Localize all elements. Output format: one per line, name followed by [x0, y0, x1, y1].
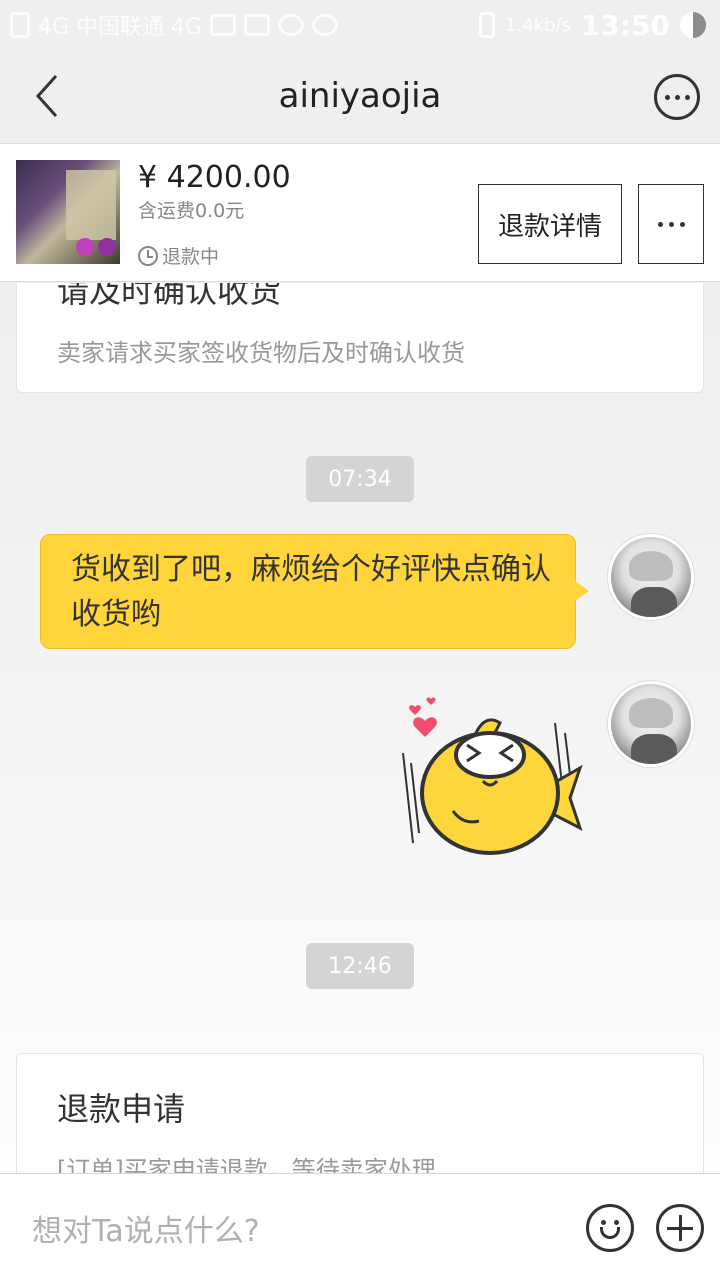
status-bar: 4G 中国联通 4G 1.4kb/s 13:50 — [0, 0, 720, 50]
avatar[interactable] — [608, 534, 694, 620]
confirm-receipt-card[interactable]: 请及时确认收货 卖家请求买家签收货物后及时确认收货 — [16, 283, 704, 393]
status-right: 1.4kb/s 13:50 — [478, 0, 706, 50]
card-description: [订单]买家申请退款，等待卖家处理 — [57, 1156, 436, 1173]
avatar-body — [631, 587, 677, 617]
network-speed: 1.4kb/s — [504, 14, 571, 36]
thumb-orb — [76, 238, 94, 256]
chat-area[interactable]: 请及时确认收货 卖家请求买家签收货物后及时确认收货 07:34 货收到了吧，麻烦… — [0, 283, 720, 1173]
refund-details-button[interactable]: 退款详情 — [478, 184, 622, 264]
product-more-button[interactable] — [638, 184, 704, 264]
refund-request-card[interactable]: 退款申请 [订单]买家申请退款，等待卖家处理 — [16, 1053, 704, 1173]
input-bar: 想对Ta说点什么? — [0, 1173, 720, 1280]
carrier-text: 4G 中国联通 4G — [38, 15, 203, 40]
message-bubble[interactable]: 货收到了吧，麻烦给个好评快点确认收货哟 — [40, 534, 576, 649]
dot — [668, 221, 674, 227]
avatar-hair — [629, 698, 673, 728]
fish-face — [454, 731, 526, 779]
order-status-text: 退款中 — [162, 246, 220, 268]
nav-bar: ainiyaojia — [0, 50, 720, 144]
battery-icon — [680, 12, 706, 38]
app-icon — [312, 14, 339, 36]
dot — [674, 94, 680, 100]
timestamp: 12:46 — [306, 943, 414, 989]
clock-icon — [138, 245, 158, 266]
product-price: ¥ 4200.00 — [138, 160, 291, 195]
product-thumbnail[interactable] — [16, 160, 120, 264]
page-title: ainiyaojia — [278, 76, 442, 116]
emoji-eye — [601, 1220, 606, 1225]
image-icon — [210, 14, 237, 36]
heart-icon — [426, 697, 436, 705]
copy-icon — [244, 14, 271, 36]
status-left: 4G 中国联通 4G — [0, 9, 339, 41]
shipping-fee: 含运费0.0元 — [138, 200, 245, 222]
dot — [679, 221, 685, 227]
order-status: 退款中 — [138, 242, 219, 269]
dot — [684, 94, 690, 100]
more-options-button[interactable] — [654, 74, 700, 120]
card-title: 退款申请 — [57, 1090, 186, 1128]
fish-sticker[interactable] — [395, 693, 595, 858]
thumb-orb — [98, 238, 116, 256]
notification-icon — [10, 12, 30, 38]
bubble-tail — [575, 581, 589, 601]
dot — [657, 221, 663, 227]
card-description: 卖家请求买家签收货物后及时确认收货 — [57, 339, 465, 367]
timestamp: 07:34 — [306, 456, 414, 502]
heart-icon — [413, 717, 437, 737]
avatar-hair — [629, 551, 673, 581]
add-attachment-button[interactable] — [656, 1204, 704, 1252]
thumb-panel — [66, 170, 116, 240]
vibrate-icon — [478, 12, 495, 38]
heart-icon — [409, 705, 421, 715]
motion-line — [410, 762, 420, 834]
message-input[interactable]: 想对Ta说点什么? — [32, 1206, 260, 1250]
card-title: 请及时确认收货 — [57, 283, 282, 310]
emoji-eye — [614, 1220, 619, 1225]
emoji-smile — [600, 1227, 620, 1239]
search-app-icon — [278, 14, 305, 36]
emoji-button[interactable] — [586, 1204, 634, 1252]
avatar[interactable] — [608, 681, 694, 767]
clock-time: 13:50 — [580, 8, 670, 42]
avatar-body — [631, 734, 677, 764]
product-card[interactable]: ¥ 4200.00 含运费0.0元 退款中 退款详情 — [0, 144, 720, 282]
dot — [664, 94, 670, 100]
